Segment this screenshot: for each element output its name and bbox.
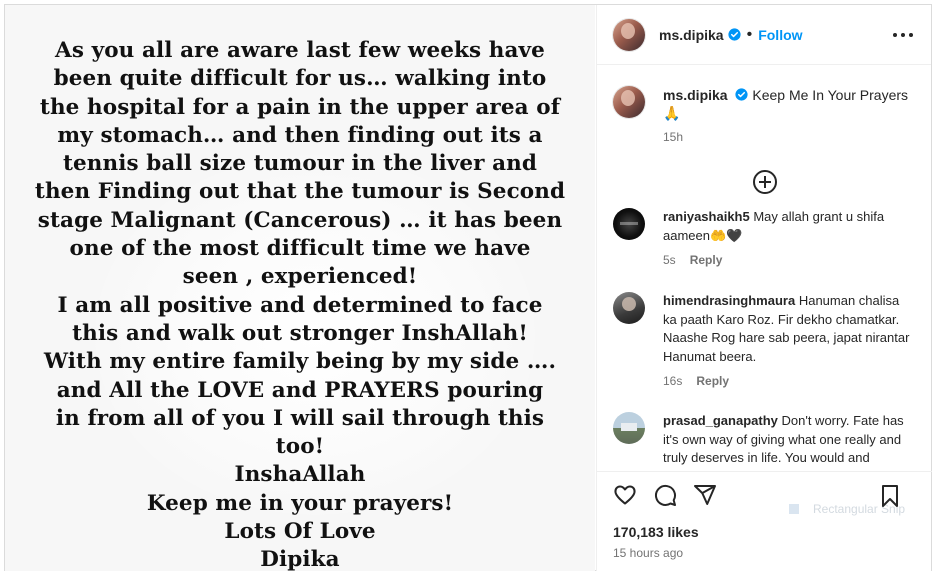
comment-username[interactable]: raniyashaikh5 — [663, 209, 750, 224]
owner-avatar[interactable] — [613, 18, 645, 51]
post-line: Keep me in your prayers! — [146, 490, 454, 516]
likes-count[interactable]: 170,183 likes — [613, 524, 916, 540]
post-line: stage Malignant (Cancerous) … it has bee… — [37, 207, 563, 233]
post-line: Lots Of Love — [224, 519, 376, 545]
reply-button[interactable]: Reply — [690, 253, 723, 267]
post-line: my stomach… and then finding out its a — [57, 122, 543, 148]
post-line: too! — [275, 434, 325, 460]
caption-time[interactable]: 15h — [663, 128, 916, 146]
post-side-panel: ms.dipika • Follow ms.dipika Keep Me In … — [596, 5, 932, 571]
comments-list[interactable]: ms.dipika Keep Me In Your Prayers 🙏 15h … — [597, 66, 932, 470]
post-line: been quite difficult for us… walking int… — [53, 66, 547, 92]
comment-item: prasad_ganapathy Don't worry. Fate has i… — [597, 412, 932, 468]
post-image: As you all are aware last few weeks have… — [5, 5, 595, 571]
post-line: in from all of you I will sail through t… — [55, 405, 545, 431]
post-line: With my entire family being by my side …… — [43, 349, 557, 375]
comment-time[interactable]: 5s — [663, 253, 676, 267]
comment-time[interactable]: 16s — [663, 374, 682, 388]
post-line: and All the LOVE and PRAYERS pouring — [56, 377, 544, 403]
post-time[interactable]: 15 hours ago — [613, 546, 916, 560]
post-line: the hospital for a pain in the upper are… — [39, 94, 561, 120]
post-line: tennis ball size tumour in the liver and — [62, 151, 538, 177]
reply-button[interactable]: Reply — [696, 374, 729, 388]
comment-item: himendrasinghmaura Hanuman chalisa ka pa… — [597, 292, 932, 391]
post-caption: ms.dipika Keep Me In Your Prayers 🙏 15h — [597, 66, 932, 146]
heart-icon[interactable] — [613, 483, 637, 507]
bookmark-icon[interactable] — [880, 484, 900, 508]
post-actions: Rectangular Snip 170,183 likes 15 hours … — [597, 471, 932, 571]
post-image-text: As you all are aware last few weeks have… — [5, 37, 595, 571]
comment-username[interactable]: prasad_ganapathy — [663, 413, 778, 428]
snip-icon — [789, 504, 799, 514]
comment-body: prasad_ganapathy Don't worry. Fate has i… — [663, 412, 916, 468]
commenter-avatar[interactable] — [613, 292, 645, 324]
separator-dot: • — [746, 25, 753, 43]
post-line: this and walk out stronger InshAllah! — [72, 320, 528, 346]
comment-meta: 5s Reply — [663, 251, 916, 270]
verified-badge-icon — [728, 28, 741, 41]
comment-item: raniyashaikh5 May allah grant u shifa aa… — [597, 208, 932, 270]
action-icons: Rectangular Snip — [613, 472, 916, 518]
post-line: seen , experienced! — [182, 264, 418, 290]
caption-username[interactable]: ms.dipika — [663, 87, 728, 103]
post-line: one of the most difficult time we have — [69, 236, 531, 262]
share-icon[interactable] — [693, 483, 717, 507]
post-line: I am all positive and determined to face — [57, 292, 543, 318]
add-comment-icon[interactable] — [752, 170, 777, 194]
post-header: ms.dipika • Follow — [597, 5, 931, 65]
comment-icon[interactable] — [653, 483, 677, 507]
more-icon[interactable] — [893, 26, 913, 44]
header-username[interactable]: ms.dipika — [659, 27, 724, 43]
verified-badge-icon — [735, 88, 749, 101]
commenter-avatar[interactable] — [613, 208, 645, 240]
post-line: InshaAllah — [234, 462, 366, 488]
post-line: Dipika — [260, 547, 340, 571]
caption-avatar[interactable] — [613, 86, 645, 118]
post-line: then Finding out that the tumour is Seco… — [34, 179, 566, 205]
caption-body: ms.dipika Keep Me In Your Prayers 🙏 15h — [663, 86, 916, 146]
comment-meta: 16s Reply — [663, 372, 916, 391]
follow-button[interactable]: Follow — [758, 27, 802, 43]
comment-body: raniyashaikh5 May allah grant u shifa aa… — [663, 208, 916, 270]
commenter-avatar[interactable] — [613, 412, 645, 444]
post-line: As you all are aware last few weeks have — [55, 38, 545, 63]
comment-body: himendrasinghmaura Hanuman chalisa ka pa… — [663, 292, 916, 391]
comment-username[interactable]: himendrasinghmaura — [663, 293, 795, 308]
